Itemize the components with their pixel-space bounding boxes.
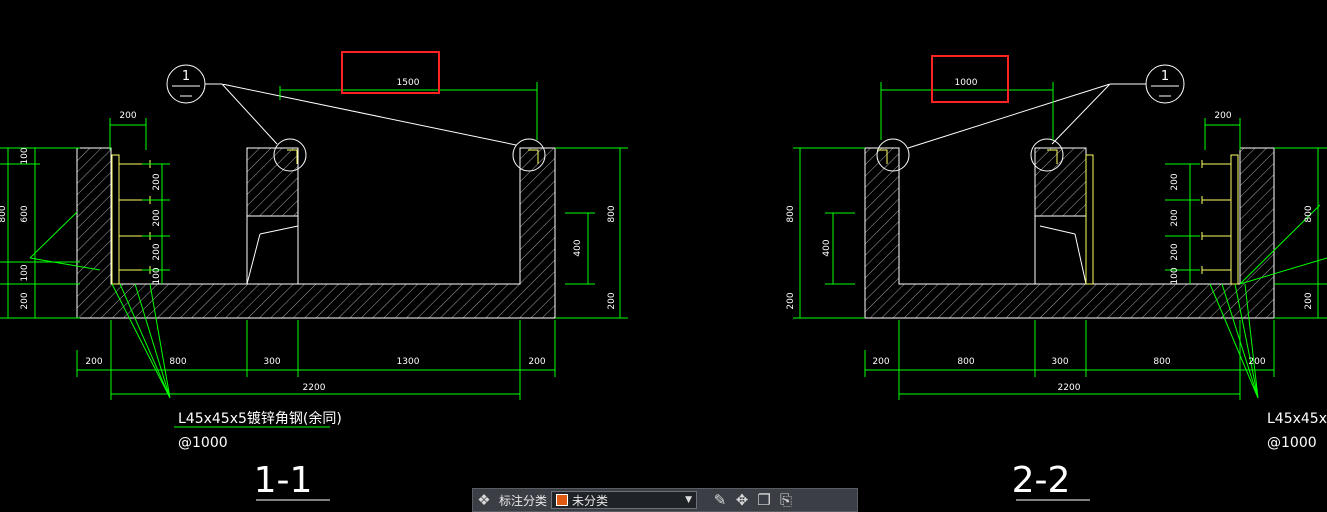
edit-icon[interactable]: ✎ <box>709 490 731 510</box>
section-title: 1-1 <box>254 460 313 501</box>
dim-text: 200 <box>20 292 30 309</box>
steel-spacing-note: @1000 <box>1267 435 1317 451</box>
dim-text-highlighted: 1000 <box>955 78 978 88</box>
dim-text: 200 <box>872 357 889 367</box>
dim-text: 800 <box>0 205 8 222</box>
dim-text: 800 <box>786 205 796 222</box>
dim-text: 2200 <box>303 383 326 393</box>
dim-text: 200 <box>1170 173 1180 190</box>
callout-number: 1 <box>182 69 190 84</box>
dim-text: 800 <box>957 357 974 367</box>
right-middle-wall <box>1034 147 1087 217</box>
paste-icon[interactable]: ⎘ <box>775 490 797 510</box>
dim-text: 600 <box>20 205 30 222</box>
dim-text: 200 <box>152 173 162 190</box>
annotation-toolbar: ❖ 标注分类 未分类 ▼ ✎ ✥ ❐ ⎘ <box>472 488 858 512</box>
dim-text: 1300 <box>397 357 420 367</box>
dim-text: 400 <box>822 239 832 256</box>
dim-text: 100 <box>20 264 30 281</box>
dim-text: 200 <box>119 111 136 121</box>
dim-text: 400 <box>573 239 583 256</box>
left-steel-angles <box>111 149 539 285</box>
dim-text: 800 <box>607 205 617 222</box>
dim-text: 200 <box>85 357 102 367</box>
steel-spacing-note: @1000 <box>178 435 228 451</box>
dim-text: 200 <box>152 243 162 260</box>
left-channel-concrete <box>76 147 556 319</box>
dim-text: 200 <box>1170 243 1180 260</box>
selected-category: 未分类 <box>572 493 609 508</box>
dim-text: 800 <box>169 357 186 367</box>
dim-text: 200 <box>152 209 162 226</box>
dim-text: 200 <box>607 292 617 309</box>
dim-text: 200 <box>1248 357 1265 367</box>
dim-text: 200 <box>528 357 545 367</box>
move-icon[interactable]: ✥ <box>731 490 753 510</box>
steel-note: L45x45x5 <box>1267 411 1327 427</box>
dim-text: 100 <box>152 267 162 284</box>
dim-text: 200 <box>1214 111 1231 121</box>
group-icon[interactable]: ❖ <box>473 490 495 510</box>
dim-text: 200 <box>1304 292 1314 309</box>
left-middle-wall <box>246 147 299 217</box>
section-2-2: 1 1000 200 200 800 300 800 200 2200 800 <box>786 55 1327 501</box>
dim-text: 2200 <box>1058 383 1081 393</box>
category-color-swatch <box>556 494 569 506</box>
steel-note: L45x45x5镀锌角钢(余同) <box>178 410 342 427</box>
dim-text: 300 <box>263 357 280 367</box>
dim-text: 800 <box>1304 205 1314 222</box>
dim-text-highlighted: 1500 <box>397 78 420 88</box>
annotation-category-select[interactable]: 未分类 ▼ <box>551 491 698 509</box>
section-title: 2-2 <box>1012 460 1071 501</box>
highlight-box <box>341 51 440 94</box>
copy-icon[interactable]: ❐ <box>753 490 775 510</box>
dim-text: 100 <box>1170 267 1180 284</box>
dim-text: 200 <box>1170 209 1180 226</box>
annotation-category-label: 标注分类 <box>499 493 548 508</box>
dim-text: 100 <box>20 147 30 164</box>
chevron-down-icon: ▼ <box>685 495 693 505</box>
dim-text: 300 <box>1051 357 1068 367</box>
dim-text: 800 <box>1153 357 1170 367</box>
dim-text: 200 <box>786 292 796 309</box>
cad-drawing-canvas[interactable]: 1 1500 200 200 800 300 1300 200 2200 100… <box>0 0 1327 512</box>
callout-number: 1 <box>1161 69 1169 84</box>
section-1-1: 1 1500 200 200 800 300 1300 200 2200 100… <box>0 51 628 501</box>
